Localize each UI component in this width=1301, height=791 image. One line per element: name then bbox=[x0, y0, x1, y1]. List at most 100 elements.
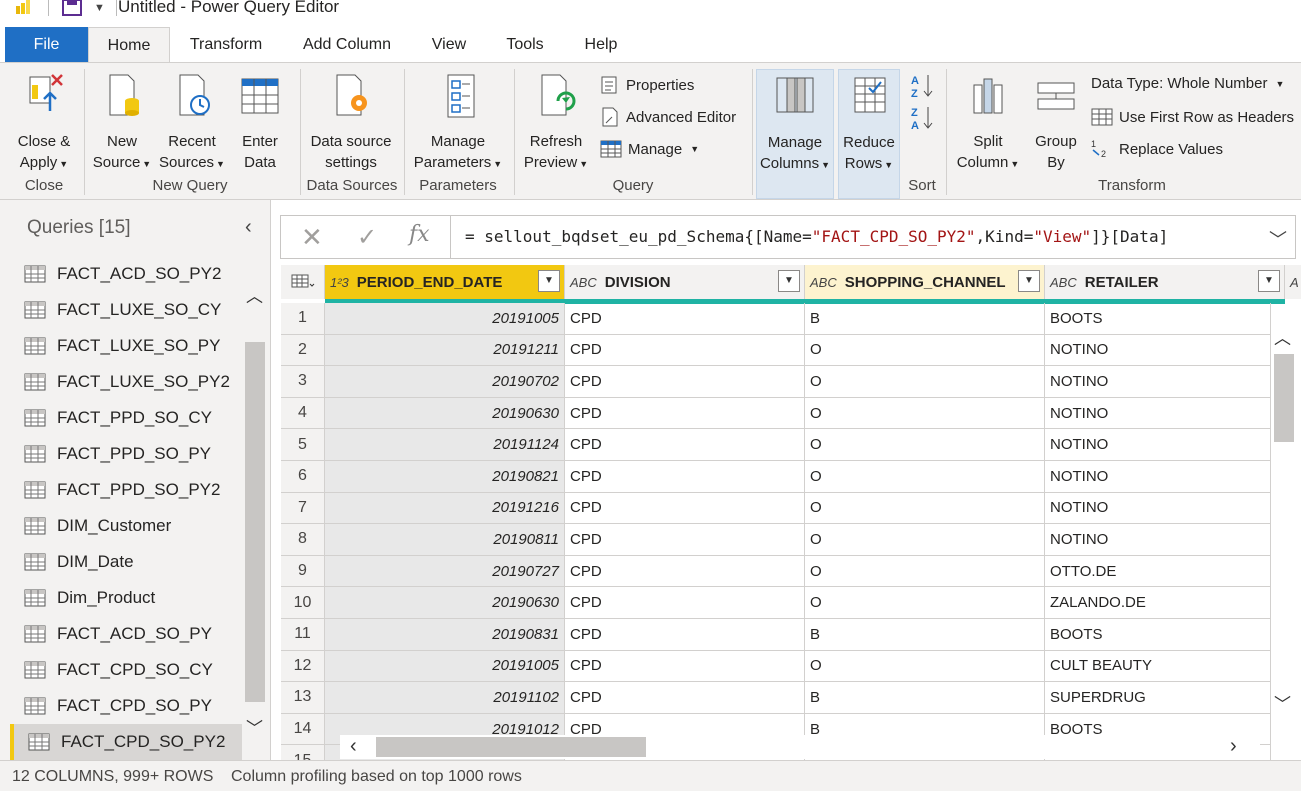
tab-help[interactable]: Help bbox=[574, 27, 628, 63]
table-cell[interactable]: NOTINO bbox=[1045, 429, 1271, 461]
table-cell[interactable]: CPD bbox=[565, 587, 805, 619]
chevron-down-icon[interactable]: ▼ bbox=[493, 159, 502, 169]
chevron-down-icon[interactable]: ▼ bbox=[1010, 159, 1019, 169]
query-item[interactable]: FACT_ACD_SO_PY bbox=[10, 616, 242, 652]
commit-formula-icon[interactable]: ✓ bbox=[357, 223, 377, 252]
data-type-dropdown[interactable]: Data Type: Whole Number ▼ bbox=[1091, 75, 1284, 92]
table-cell[interactable]: NOTINO bbox=[1045, 334, 1271, 367]
table-cell[interactable]: CPD bbox=[565, 366, 805, 398]
fx-icon[interactable]: fx bbox=[409, 222, 430, 247]
manage-columns-button[interactable]: Manage Columns ▼ bbox=[756, 69, 834, 199]
table-cell[interactable]: CPD bbox=[565, 650, 805, 683]
row-number[interactable]: 2 bbox=[281, 334, 325, 367]
table-cell[interactable]: O bbox=[805, 334, 1045, 367]
formula-input[interactable]: = sellout_bqdset_eu_pd_Schema{[Name="FAC… bbox=[465, 227, 1168, 246]
table-cell[interactable]: B bbox=[805, 682, 1045, 714]
table-cell[interactable]: B bbox=[805, 619, 1045, 651]
column-header-retailer[interactable]: ABC RETAILER ▼ bbox=[1045, 265, 1285, 299]
query-item[interactable]: FACT_CPD_SO_PY bbox=[10, 688, 242, 724]
table-cell[interactable]: SUPERDRUG bbox=[1045, 682, 1271, 714]
table-cell[interactable]: 20190702 bbox=[325, 366, 565, 398]
tab-tools[interactable]: Tools bbox=[496, 27, 554, 63]
table-cell[interactable]: O bbox=[805, 429, 1045, 461]
scrollbar-thumb[interactable] bbox=[376, 737, 646, 757]
table-cell[interactable]: O bbox=[805, 587, 1045, 619]
query-item[interactable]: FACT_CPD_SO_CY bbox=[10, 652, 242, 688]
quick-access-dropdown-icon[interactable]: ▼ bbox=[94, 2, 105, 14]
table-cell[interactable]: NOTINO bbox=[1045, 461, 1271, 493]
data-source-settings-button[interactable]: Data source settings bbox=[304, 71, 398, 173]
query-item[interactable]: FACT_ACD_SO_PY2 bbox=[10, 256, 242, 292]
expand-formula-icon[interactable]: ﹀ bbox=[1269, 226, 1287, 252]
chevron-down-icon[interactable]: ▼ bbox=[690, 144, 699, 154]
table-cell[interactable]: 20190811 bbox=[325, 524, 565, 556]
table-cell[interactable]: 20191124 bbox=[325, 429, 565, 461]
table-cell[interactable]: O bbox=[805, 555, 1045, 588]
table-cell[interactable]: 20190727 bbox=[325, 555, 565, 588]
column-header-division[interactable]: ABC DIVISION ▼ bbox=[565, 265, 805, 299]
row-number[interactable]: 10 bbox=[281, 587, 325, 619]
close-apply-button[interactable]: Close & Apply ▼ bbox=[8, 71, 80, 175]
table-cell[interactable]: NOTINO bbox=[1045, 492, 1271, 525]
use-first-row-headers-button[interactable]: Use First Row as Headers bbox=[1091, 107, 1294, 127]
query-item[interactable]: FACT_PPD_SO_PY bbox=[10, 436, 242, 472]
chevron-down-icon[interactable]: ▼ bbox=[142, 159, 151, 169]
table-cell[interactable]: O bbox=[805, 524, 1045, 556]
chevron-right-icon[interactable]: › bbox=[1230, 735, 1237, 758]
row-number[interactable]: 5 bbox=[281, 429, 325, 461]
table-cell[interactable]: ZALANDO.DE bbox=[1045, 587, 1271, 619]
scrollbar-thumb[interactable] bbox=[1274, 354, 1294, 442]
row-number[interactable]: 1 bbox=[281, 303, 325, 335]
refresh-preview-button[interactable]: Refresh Preview ▼ bbox=[518, 71, 594, 175]
filter-dropdown-icon[interactable]: ▼ bbox=[1018, 270, 1040, 292]
manage-parameters-button[interactable]: Manage Parameters ▼ bbox=[408, 71, 508, 175]
table-cell[interactable]: CPD bbox=[565, 619, 805, 651]
row-number[interactable]: 14 bbox=[281, 713, 325, 746]
query-item[interactable]: FACT_LUXE_SO_CY bbox=[10, 292, 242, 328]
table-cell[interactable]: CPD bbox=[565, 429, 805, 461]
chevron-down-icon[interactable]: ▼ bbox=[579, 159, 588, 169]
group-by-button[interactable]: Group By bbox=[1028, 71, 1084, 173]
tab-transform[interactable]: Transform bbox=[178, 27, 274, 63]
table-cell[interactable]: O bbox=[805, 366, 1045, 398]
sort-ascending-icon[interactable]: AZ bbox=[910, 73, 934, 103]
filter-dropdown-icon[interactable]: ▼ bbox=[1258, 270, 1280, 292]
table-cell[interactable]: CULT BEAUTY bbox=[1045, 650, 1271, 683]
table-cell[interactable]: CPD bbox=[565, 461, 805, 493]
chevron-down-icon[interactable]: ▼ bbox=[216, 159, 225, 169]
filter-dropdown-icon[interactable]: ▼ bbox=[778, 270, 800, 292]
chevron-down-icon[interactable]: ▼ bbox=[884, 160, 893, 170]
table-cell[interactable]: B bbox=[805, 303, 1045, 335]
chevron-left-icon[interactable]: ‹ bbox=[350, 735, 357, 758]
column-header-shopping-channel[interactable]: ABC SHOPPING_CHANNEL ▼ bbox=[805, 265, 1045, 299]
scrollbar-thumb[interactable] bbox=[245, 342, 265, 702]
query-item[interactable]: DIM_Date bbox=[10, 544, 242, 580]
row-number[interactable]: 9 bbox=[281, 555, 325, 588]
text-type-icon[interactable]: ABC bbox=[570, 275, 597, 290]
table-cell[interactable]: NOTINO bbox=[1045, 397, 1271, 430]
reduce-rows-button[interactable]: Reduce Rows ▼ bbox=[838, 69, 900, 199]
table-cell[interactable]: CPD bbox=[565, 524, 805, 556]
row-number[interactable]: 8 bbox=[281, 524, 325, 556]
chevron-up-icon[interactable]: ︿ bbox=[246, 282, 263, 307]
table-cell[interactable]: OTTO.DE bbox=[1045, 555, 1271, 588]
query-item[interactable]: DIM_Customer bbox=[10, 508, 242, 544]
text-type-icon[interactable]: ABC bbox=[810, 275, 837, 290]
row-number[interactable]: 7 bbox=[281, 492, 325, 525]
table-cell[interactable]: NOTINO bbox=[1045, 524, 1271, 556]
whole-number-type-icon[interactable]: 1²3 bbox=[330, 275, 349, 290]
table-cell[interactable]: CPD bbox=[565, 334, 805, 367]
query-item[interactable]: FACT_PPD_SO_PY2 bbox=[10, 472, 242, 508]
column-header-next[interactable]: A bbox=[1285, 265, 1301, 299]
chevron-down-icon[interactable]: ▼ bbox=[59, 159, 68, 169]
tab-view[interactable]: View bbox=[420, 27, 478, 63]
tab-add-column[interactable]: Add Column bbox=[294, 27, 400, 63]
row-number[interactable]: 6 bbox=[281, 461, 325, 493]
tab-home[interactable]: Home bbox=[88, 27, 170, 63]
advanced-editor-button[interactable]: Advanced Editor bbox=[600, 107, 736, 127]
table-cell[interactable]: NOTINO bbox=[1045, 366, 1271, 398]
tab-file[interactable]: File bbox=[5, 27, 88, 63]
split-column-button[interactable]: Split Column ▼ bbox=[950, 71, 1026, 175]
table-cell[interactable]: O bbox=[805, 492, 1045, 525]
table-cell[interactable]: 20190821 bbox=[325, 461, 565, 493]
